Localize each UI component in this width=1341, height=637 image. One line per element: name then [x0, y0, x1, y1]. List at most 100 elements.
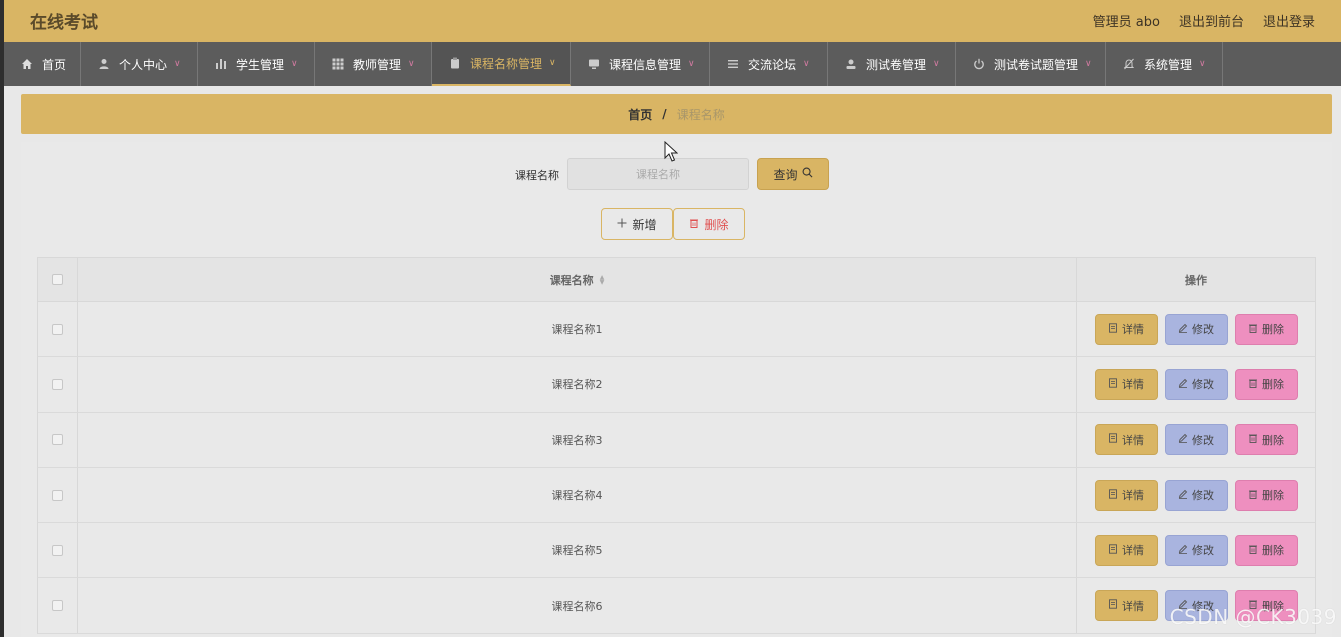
row-checkbox[interactable]: [52, 544, 63, 556]
delete-label: 删除: [1262, 433, 1284, 447]
detail-button[interactable]: 详情: [1094, 479, 1158, 511]
chevron-down-icon: ∨: [1085, 59, 1092, 69]
user-icon: [844, 57, 858, 71]
content-panel: 课程名称 查询 新增 删除 课程名称: [21, 142, 1332, 637]
document-icon: [1108, 322, 1118, 336]
course-name-cell: 课程名称3: [78, 412, 1077, 467]
delete-button[interactable]: 删除: [1234, 534, 1298, 566]
row-check-cell: [38, 467, 78, 523]
search-button-label: 查询: [773, 167, 798, 182]
nav-item-course-names[interactable]: 课程名称管理 ∨: [432, 42, 571, 86]
sort-icon[interactable]: ▲ ▼: [600, 274, 605, 285]
chevron-down-icon: ∨: [549, 58, 556, 68]
admin-user-label[interactable]: 管理员 abo: [1093, 11, 1160, 30]
add-button[interactable]: 新增: [601, 208, 673, 240]
edit-button[interactable]: 修改: [1164, 368, 1228, 400]
column-header-label: 操作: [1185, 273, 1207, 287]
select-all-cell: [38, 258, 78, 301]
pencil-icon: [1178, 323, 1188, 336]
row-checkbox[interactable]: [52, 600, 63, 612]
detail-button[interactable]: 详情: [1094, 424, 1158, 456]
row-actions: 详情 修改 删除: [1077, 302, 1315, 356]
nav-item-label: 测试卷试题管理: [994, 57, 1079, 72]
table-body: 课程名称1 详情 修改 删除 课程名称2 详情 修改 删除 课程名称3 详情 修改 删除 课程名称4 详情…: [37, 302, 1316, 634]
nav-item-system[interactable]: 系统管理 ∨: [1106, 42, 1223, 86]
chevron-down-icon: ∨: [174, 59, 181, 69]
chevron-down-icon: ∨: [408, 59, 415, 69]
row-checkbox[interactable]: [52, 323, 63, 335]
trash-icon: [1248, 433, 1258, 446]
document-icon: [1108, 378, 1118, 391]
plus-icon: [617, 217, 627, 231]
row-actions: 详情 修改 删除: [1077, 413, 1315, 467]
nav-item-personal[interactable]: 个人中心 ∨: [81, 42, 198, 86]
search-label: 课程名称: [515, 169, 559, 182]
chevron-down-icon: ∨: [688, 59, 695, 69]
delete-button[interactable]: 删除: [1234, 479, 1298, 511]
search-input[interactable]: [567, 158, 749, 190]
pencil-icon: [1178, 489, 1188, 502]
batch-delete-button[interactable]: 删除: [673, 208, 745, 240]
document-icon: [1108, 433, 1118, 446]
delete-button[interactable]: 删除: [1234, 424, 1298, 456]
search-icon: [802, 167, 813, 181]
course-name-cell: 课程名称4: [78, 467, 1077, 523]
table-row: 课程名称1 详情 修改 删除: [37, 302, 1316, 358]
select-all-checkbox[interactable]: [52, 274, 63, 285]
nav-item-test-questions[interactable]: 测试卷试题管理 ∨: [956, 42, 1106, 86]
nav-item-label: 交流论坛: [748, 57, 797, 72]
course-name-cell: 课程名称5: [78, 523, 1077, 578]
person-icon: [97, 57, 111, 71]
column-header-course-name[interactable]: 课程名称 ▲ ▼: [78, 258, 1077, 301]
document-icon: [1108, 599, 1118, 612]
app-title: 在线考试: [30, 13, 98, 33]
search-button[interactable]: 查询: [757, 158, 829, 190]
edit-button[interactable]: 修改: [1164, 534, 1228, 566]
delete-button[interactable]: 删除: [1234, 368, 1298, 400]
edit-button[interactable]: 修改: [1164, 479, 1228, 511]
nav-item-label: 学生管理: [236, 57, 285, 72]
detail-button[interactable]: 详情: [1094, 368, 1158, 400]
detail-button[interactable]: 详情: [1094, 534, 1158, 566]
chevron-down-icon: ∨: [933, 59, 940, 69]
row-actions: 详情 修改 删除: [1077, 523, 1315, 577]
delete-label: 删除: [1262, 489, 1284, 503]
row-actions: 详情 修改 删除: [1077, 357, 1315, 411]
row-checkbox[interactable]: [52, 434, 63, 446]
power-icon: [972, 57, 986, 71]
trash-icon: [1248, 489, 1258, 502]
home-icon: [20, 57, 34, 71]
trash-icon: [1248, 544, 1258, 557]
list-icon: [726, 57, 740, 71]
course-name: 课程名称5: [551, 544, 603, 558]
detail-label: 详情: [1122, 323, 1144, 337]
nav-item-test-papers[interactable]: 测试卷管理 ∨: [828, 42, 956, 86]
delete-label: 删除: [1262, 378, 1284, 392]
row-check-cell: [38, 523, 78, 578]
course-name: 课程名称2: [551, 378, 603, 392]
document-icon: [1108, 488, 1118, 502]
course-name-cell: 课程名称2: [78, 357, 1077, 412]
course-name-cell: 课程名称1: [78, 302, 1077, 357]
nav-item-teachers[interactable]: 教师管理 ∨: [315, 42, 432, 86]
detail-label: 详情: [1122, 544, 1144, 558]
edit-label: 修改: [1192, 544, 1214, 558]
nav-item-label: 首页: [42, 57, 67, 72]
detail-button[interactable]: 详情: [1094, 313, 1158, 345]
logout-link[interactable]: 退出登录: [1263, 11, 1315, 30]
edit-button[interactable]: 修改: [1164, 424, 1228, 456]
detail-button[interactable]: 详情: [1094, 590, 1158, 622]
row-checkbox[interactable]: [52, 489, 63, 501]
row-checkbox[interactable]: [52, 378, 63, 390]
nav-item-forum[interactable]: 交流论坛 ∨: [710, 42, 828, 86]
back-to-frontend-link[interactable]: 退出到前台: [1179, 11, 1244, 30]
nav-item-students[interactable]: 学生管理 ∨: [198, 42, 315, 86]
watermark: CSDN @CK3039: [1169, 605, 1337, 629]
row-check-cell: [38, 578, 78, 633]
course-table: 课程名称 ▲ ▼ 操作 课程名称1 详情 修改 删除 课程名称2 详情 修改 删除 课程名称3 详情…: [37, 257, 1316, 634]
edit-button[interactable]: 修改: [1164, 313, 1228, 345]
breadcrumb-home[interactable]: 首页: [628, 106, 652, 123]
nav-item-course-info[interactable]: 课程信息管理 ∨: [571, 42, 710, 86]
nav-item-home[interactable]: 首页: [4, 42, 81, 86]
delete-button[interactable]: 删除: [1234, 313, 1298, 345]
